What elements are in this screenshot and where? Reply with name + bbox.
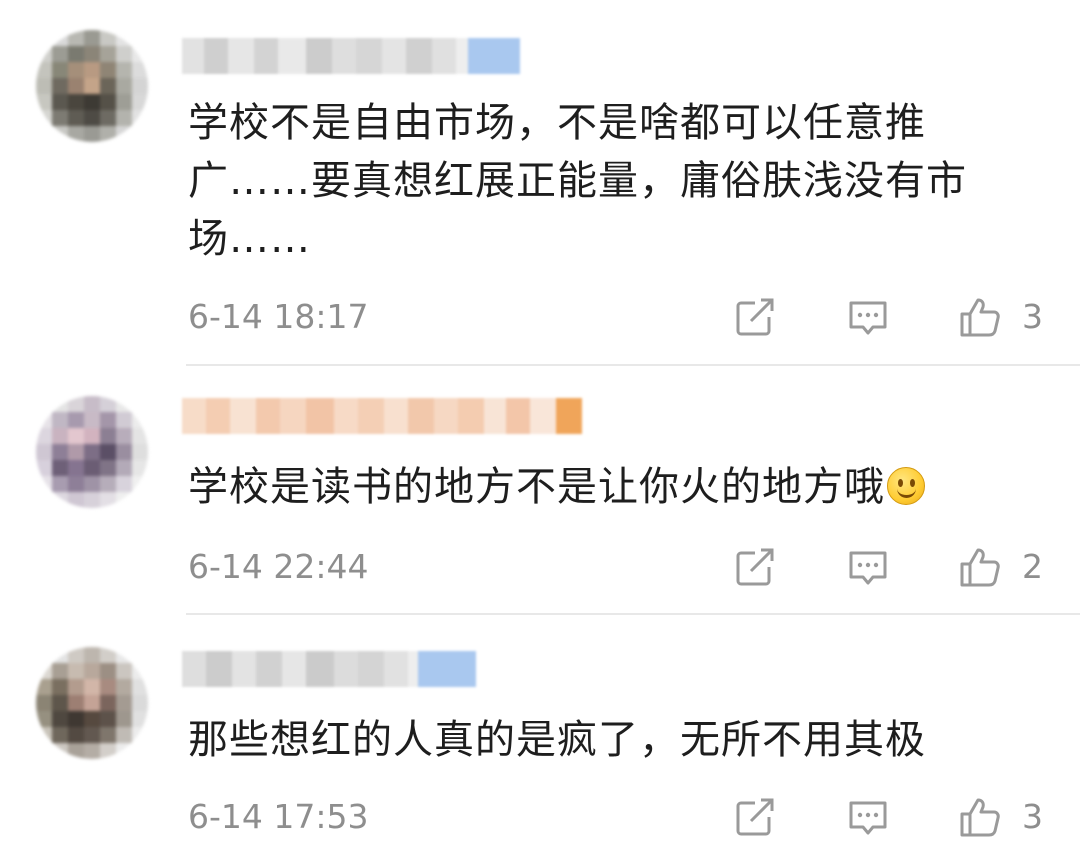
username[interactable] — [182, 398, 582, 434]
comment-text-line: 学校是读书的地方不是让你火的地方哦 — [188, 458, 1028, 516]
like-count: 3 — [1022, 297, 1043, 336]
comment-item: 学校是读书的地方不是让你火的地方哦 6-14 22:44 2 — [0, 366, 1080, 615]
thumbs-up-icon[interactable] — [958, 295, 1002, 339]
comment-icon[interactable] — [846, 545, 890, 589]
thumbs-up-icon[interactable] — [958, 545, 1002, 589]
like-count: 2 — [1022, 547, 1043, 586]
repost-icon[interactable] — [733, 545, 777, 589]
username[interactable] — [182, 38, 520, 74]
comment-time: 6-14 18:17 — [188, 297, 369, 336]
comment-icon[interactable] — [846, 295, 890, 339]
comment-text-content: 学校是读书的地方不是让你火的地方哦 — [188, 464, 885, 510]
like-count: 3 — [1022, 797, 1043, 836]
comment-item: 学校不是自由市场，不是啥都可以任意推 广……要真想红展正能量，庸俗肤浅没有市 场… — [0, 0, 1080, 366]
comment-meta: 6-14 18:17 3 — [0, 292, 1080, 342]
thumbs-up-icon[interactable] — [958, 795, 1002, 839]
comment-text-line: 场…… — [188, 216, 311, 262]
repost-icon[interactable] — [733, 795, 777, 839]
comment-text-line: 那些想红的人真的是疯了，无所不用其极 — [188, 717, 926, 763]
avatar[interactable] — [36, 30, 148, 142]
comment-meta: 6-14 17:53 3 — [0, 792, 1080, 842]
smiley-icon — [887, 467, 925, 505]
comment-meta: 6-14 22:44 2 — [0, 542, 1080, 592]
comment-text-line: 学校不是自由市场，不是啥都可以任意推 — [188, 100, 926, 146]
comment-time: 6-14 22:44 — [188, 547, 369, 586]
comment-item: 那些想红的人真的是疯了，无所不用其极 6-14 17:53 3 — [0, 615, 1080, 867]
username[interactable] — [182, 651, 476, 687]
repost-icon[interactable] — [733, 295, 777, 339]
comment-text: 学校不是自由市场，不是啥都可以任意推 广……要真想红展正能量，庸俗肤浅没有市 场… — [188, 94, 1028, 268]
comment-time: 6-14 17:53 — [188, 797, 369, 836]
comment-text: 那些想红的人真的是疯了，无所不用其极 — [188, 711, 1028, 769]
comment-text: 学校是读书的地方不是让你火的地方哦 — [188, 458, 1028, 516]
comment-icon[interactable] — [846, 795, 890, 839]
avatar[interactable] — [36, 647, 148, 759]
comment-text-line: 广……要真想红展正能量，庸俗肤浅没有市 — [188, 158, 967, 204]
avatar[interactable] — [36, 396, 148, 508]
